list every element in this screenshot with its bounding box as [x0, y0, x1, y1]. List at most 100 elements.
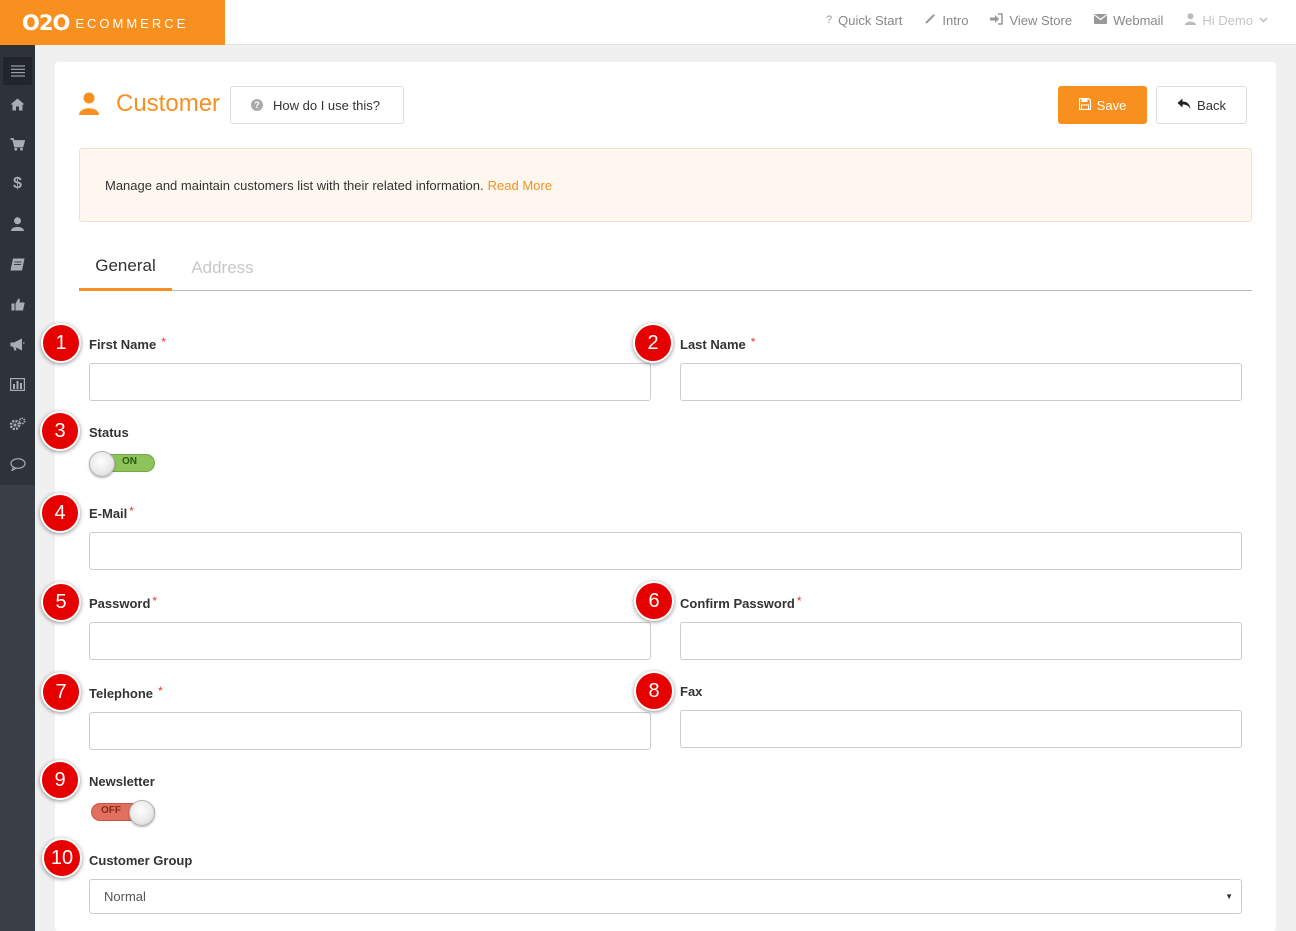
tab-bar: General Address	[79, 244, 1252, 291]
help-button-label: How do I use this?	[273, 97, 380, 113]
save-button[interactable]: Save	[1058, 86, 1147, 124]
top-bar: O2O ECOMMERCE ? Quick Start Intro View S…	[0, 0, 1296, 45]
user-menu[interactable]: Hi Demo	[1185, 13, 1268, 28]
password-input[interactable]	[89, 622, 651, 660]
step-marker-1: 1	[41, 323, 81, 363]
dollar-glyph: $	[13, 175, 22, 192]
question-circle-icon: ?	[251, 99, 263, 111]
user-icon	[1185, 12, 1197, 28]
cart-icon[interactable]	[0, 130, 35, 158]
step-marker-6: 6	[634, 581, 674, 621]
customer-group-value: Normal	[104, 889, 146, 904]
dollar-icon[interactable]: $	[0, 170, 35, 198]
view-store-label: View Store	[1009, 12, 1073, 28]
email-input[interactable]	[89, 532, 1242, 570]
step-marker-5: 5	[41, 582, 81, 622]
newsletter-toggle[interactable]: OFF	[89, 800, 155, 826]
megaphone-icon[interactable]	[0, 330, 35, 358]
back-button[interactable]: Back	[1156, 86, 1247, 124]
menu-icon[interactable]	[3, 57, 32, 85]
bar-chart-icon[interactable]	[0, 370, 35, 398]
step-marker-3: 3	[40, 411, 80, 451]
brand-mark: O2O	[22, 10, 70, 35]
book-icon[interactable]	[0, 250, 35, 278]
step-marker-7: 7	[41, 672, 81, 712]
step-marker-2: 2	[633, 323, 673, 363]
info-callout: Manage and maintain customers list with …	[79, 148, 1252, 222]
reply-arrow-icon	[1177, 98, 1191, 113]
password-label-text: Password	[89, 596, 151, 611]
fax-label: Fax	[680, 684, 702, 699]
magic-wand-icon	[924, 13, 936, 28]
last-name-label-text: Last Name	[680, 337, 746, 352]
newsletter-toggle-knob	[129, 800, 155, 826]
required-asterisk: *	[796, 594, 802, 608]
status-label-text: Status	[89, 425, 129, 440]
customer-group-select[interactable]: Normal ▼	[89, 879, 1242, 914]
first-name-label: First Name *	[89, 335, 166, 352]
webmail-label: Webmail	[1113, 12, 1164, 28]
telephone-label: Telephone *	[89, 684, 163, 701]
newsletter-label-text: Newsletter	[89, 774, 155, 789]
last-name-input[interactable]	[680, 363, 1242, 401]
step-marker-9: 9	[40, 760, 80, 800]
password-label: Password *	[89, 594, 158, 611]
last-name-label: Last Name *	[680, 335, 756, 352]
quick-start-link[interactable]: ? Quick Start	[826, 13, 902, 28]
thumbs-up-icon[interactable]	[0, 290, 35, 318]
brand-logo[interactable]: O2O ECOMMERCE	[0, 0, 225, 45]
page-title: Customer	[116, 90, 221, 117]
help-button[interactable]: ? How do I use this?	[230, 86, 404, 124]
fax-input[interactable]	[680, 710, 1242, 748]
home-icon[interactable]	[0, 90, 35, 118]
sign-in-icon	[990, 12, 1004, 28]
required-asterisk: *	[152, 594, 158, 608]
step-marker-10: 10	[42, 838, 82, 878]
status-toggle-state: ON	[122, 456, 137, 467]
intro-label: Intro	[942, 12, 969, 28]
required-asterisk: *	[158, 684, 163, 698]
newsletter-label: Newsletter	[89, 774, 155, 789]
tab-general[interactable]: General	[79, 244, 172, 291]
quick-start-label: Quick Start	[838, 12, 903, 28]
customer-group-label: Customer Group	[89, 853, 192, 868]
status-toggle[interactable]: ON	[89, 451, 155, 477]
chevron-down-icon	[1259, 14, 1268, 26]
first-name-label-text: First Name	[89, 337, 157, 352]
top-nav: ? Quick Start Intro View Store Webmail H…	[826, 0, 1268, 40]
chat-bubble-icon[interactable]	[0, 450, 35, 478]
gears-icon[interactable]	[0, 410, 35, 438]
brand-name: ECOMMERCE	[75, 16, 189, 31]
tab-address[interactable]: Address	[189, 244, 256, 291]
save-button-label: Save	[1096, 97, 1127, 113]
required-asterisk: *	[161, 335, 166, 349]
customer-group-label-text: Customer Group	[89, 853, 193, 868]
webmail-link[interactable]: Webmail	[1094, 13, 1163, 28]
required-asterisk: *	[750, 335, 756, 349]
customer-icon	[78, 92, 100, 116]
step-marker-4: 4	[40, 493, 80, 533]
newsletter-toggle-state: OFF	[101, 805, 121, 816]
caret-down-icon: ▼	[1225, 892, 1233, 901]
telephone-label-text: Telephone	[89, 686, 154, 701]
view-store-link[interactable]: View Store	[990, 13, 1072, 28]
back-button-label: Back	[1197, 97, 1226, 113]
confirm-password-label-text: Confirm Password	[680, 596, 795, 611]
required-asterisk: *	[129, 504, 134, 518]
user-icon[interactable]	[0, 210, 35, 238]
status-toggle-knob	[89, 451, 115, 477]
intro-link[interactable]: Intro	[924, 13, 968, 28]
envelope-icon	[1094, 13, 1108, 27]
confirm-password-label: Confirm Password *	[680, 594, 802, 611]
question-icon: ?	[826, 14, 833, 26]
telephone-input[interactable]	[89, 712, 651, 750]
step-marker-8: 8	[634, 671, 674, 711]
read-more-link[interactable]: Read More	[488, 178, 552, 193]
email-label: E-Mail *	[89, 504, 134, 521]
floppy-disk-icon	[1078, 97, 1091, 113]
sidebar: $	[0, 45, 35, 931]
confirm-password-input[interactable]	[680, 622, 1242, 660]
user-name: Hi Demo	[1202, 12, 1253, 28]
info-text: Manage and maintain customers list with …	[105, 177, 484, 193]
first-name-input[interactable]	[89, 363, 651, 401]
